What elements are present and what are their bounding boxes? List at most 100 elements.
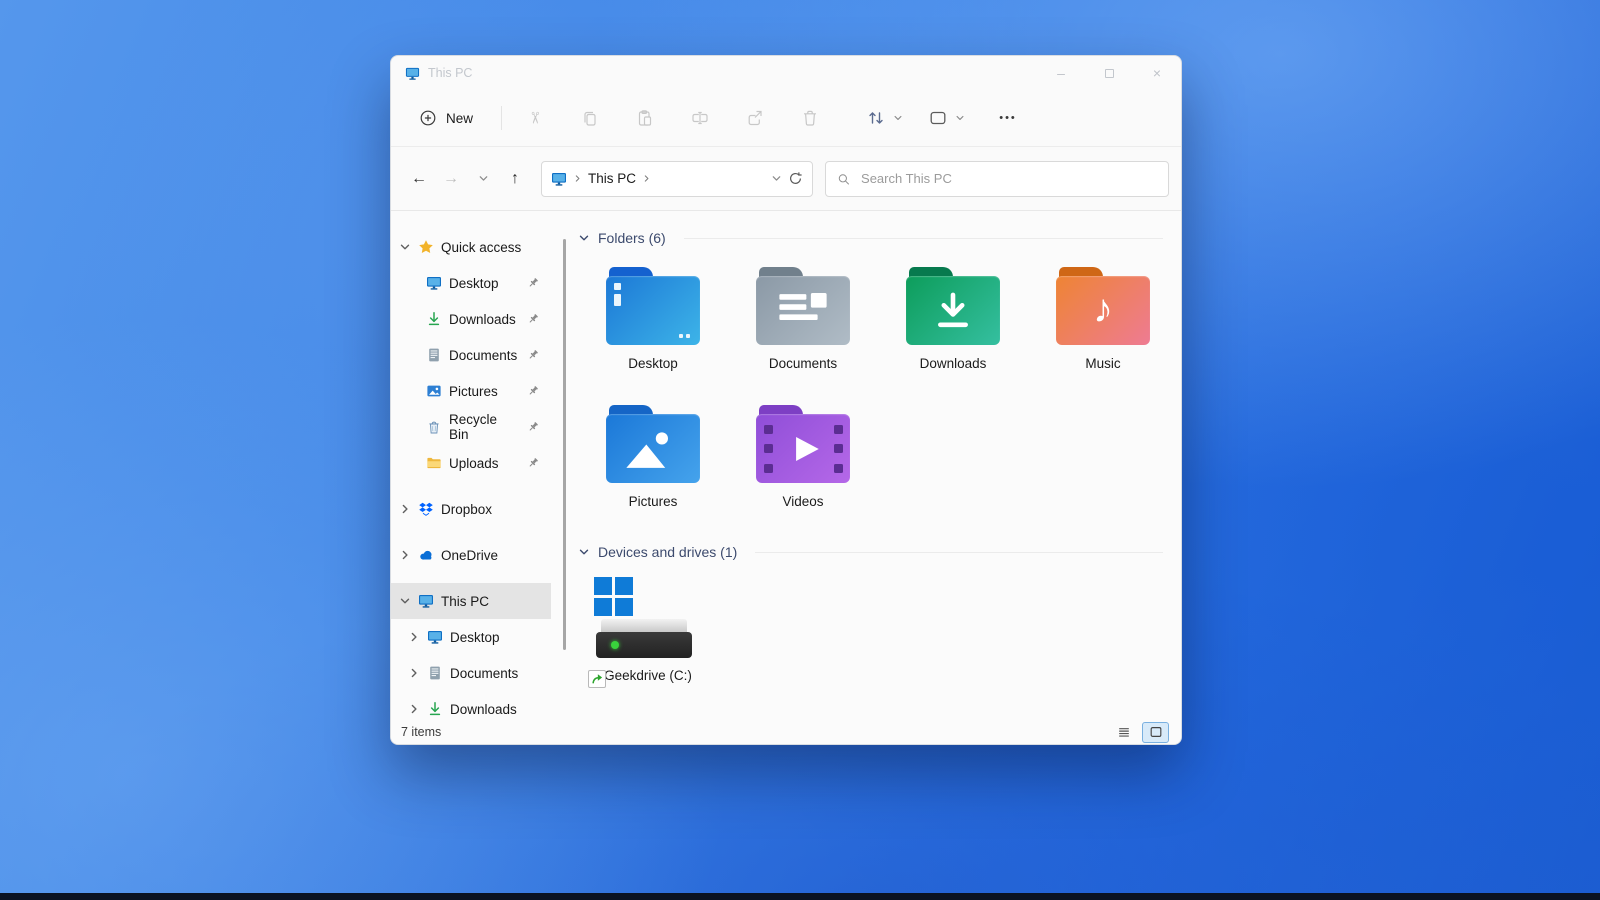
large-icons-view-button[interactable]: [1142, 722, 1169, 743]
pin-icon: [527, 277, 539, 289]
chevron-right-icon[interactable]: [408, 703, 420, 715]
sidebar-item-thispc-desktop[interactable]: Desktop: [391, 619, 551, 655]
cut-button[interactable]: ✂: [514, 100, 556, 136]
chevron-down-icon: [478, 173, 489, 184]
folder-tile-pictures[interactable]: Pictures: [578, 397, 728, 535]
pictures-icon: [426, 383, 442, 399]
chevron-down-icon[interactable]: [578, 232, 590, 244]
view-toggles: [1110, 722, 1169, 743]
forward-button[interactable]: →: [435, 163, 467, 195]
rename-button[interactable]: [679, 100, 721, 136]
chevron-down-icon[interactable]: [399, 595, 411, 607]
folder-tile-desktop[interactable]: Desktop: [578, 259, 728, 397]
pin-icon: [527, 421, 539, 433]
sidebar-item-label: This PC: [441, 594, 489, 609]
drive-tile-c[interactable]: Geekdrive (C:): [578, 573, 728, 683]
downloads-folder-icon: [906, 267, 1000, 345]
new-button-label: New: [446, 111, 473, 126]
sidebar-item-label: Documents: [449, 348, 517, 363]
folder-label: Music: [1085, 356, 1120, 371]
forward-icon: →: [443, 170, 459, 188]
chevron-right-icon[interactable]: [408, 667, 420, 679]
close-icon: ×: [1153, 65, 1161, 81]
refresh-icon[interactable]: [788, 171, 803, 186]
close-button[interactable]: ×: [1133, 56, 1181, 90]
items-view: Folders (6) Desktop: [576, 211, 1181, 720]
window-title: This PC: [428, 66, 472, 80]
shortcut-badge-icon: [588, 670, 606, 688]
search-box[interactable]: [825, 161, 1169, 197]
sort-button[interactable]: [855, 100, 903, 136]
hard-drive-icon: [596, 619, 692, 658]
sidebar-item-label: Documents: [450, 666, 518, 681]
sidebar-item-onedrive[interactable]: OneDrive: [391, 537, 551, 573]
sidebar-item-label: OneDrive: [441, 548, 498, 563]
sidebar-item-label: Desktop: [450, 630, 500, 645]
sidebar-scrollbar[interactable]: [551, 211, 576, 720]
chevron-down-icon[interactable]: [399, 241, 411, 253]
sidebar-item-desktop[interactable]: Desktop: [391, 265, 551, 301]
status-bar: 7 items: [391, 720, 1181, 744]
chevron-right-icon[interactable]: [399, 503, 411, 515]
folder-tile-videos[interactable]: Videos: [728, 397, 878, 535]
sidebar-item-thispc-documents[interactable]: Documents: [391, 655, 551, 691]
sort-icon: [867, 109, 885, 127]
desktop-wallpaper: This PC – × New ✂: [0, 0, 1600, 900]
chevron-down-icon[interactable]: [578, 546, 590, 558]
minimize-button[interactable]: –: [1037, 56, 1085, 90]
folder-label: Documents: [769, 356, 837, 371]
details-view-button[interactable]: [1110, 722, 1137, 743]
breadcrumb[interactable]: This PC: [588, 171, 636, 186]
sidebar-item-recycle-bin[interactable]: Recycle Bin: [391, 409, 551, 445]
sidebar-item-pictures[interactable]: Pictures: [391, 373, 551, 409]
sidebar-item-thispc-downloads[interactable]: Downloads: [391, 691, 551, 720]
recent-locations-button[interactable]: [467, 163, 499, 195]
sidebar-item-downloads[interactable]: Downloads: [391, 301, 551, 337]
chevron-down-icon[interactable]: [771, 173, 782, 184]
file-explorer-window: This PC – × New ✂: [390, 55, 1182, 745]
folder-tile-downloads[interactable]: Downloads: [878, 259, 1028, 397]
sidebar-item-documents[interactable]: Documents: [391, 337, 551, 373]
copy-icon: [581, 109, 599, 127]
folder-label: Videos: [782, 494, 823, 509]
sidebar-item-quick-access[interactable]: Quick access: [391, 229, 551, 265]
navigation-bar: ← → ↑ This PC: [391, 147, 1181, 211]
delete-button[interactable]: [789, 100, 831, 136]
sidebar-item-label: Downloads: [449, 312, 516, 327]
folder-tile-documents[interactable]: Documents: [728, 259, 878, 397]
chevron-right-icon[interactable]: [399, 549, 411, 561]
up-button[interactable]: ↑: [499, 163, 531, 195]
paste-button[interactable]: [624, 100, 666, 136]
folders-section-header[interactable]: Folders (6): [578, 227, 1163, 249]
sidebar-item-this-pc[interactable]: This PC: [391, 583, 551, 619]
windows-logo-icon: [594, 577, 728, 616]
sidebar-item-uploads[interactable]: Uploads: [391, 445, 551, 481]
section-divider: [755, 552, 1163, 553]
chevron-right-icon: [573, 174, 582, 183]
explorer-body: Quick access Desktop Downloads Documents: [391, 211, 1181, 720]
documents-folder-icon: [756, 267, 850, 345]
view-button[interactable]: [917, 100, 965, 136]
pin-icon: [527, 349, 539, 361]
drives-section-header[interactable]: Devices and drives (1): [578, 541, 1163, 563]
chevron-right-icon[interactable]: [408, 631, 420, 643]
window-controls: – ×: [1037, 56, 1181, 90]
address-bar[interactable]: This PC: [541, 161, 813, 197]
up-icon: ↑: [511, 170, 519, 188]
folders-grid: Desktop Documents Do: [578, 259, 1181, 535]
folder-tile-music[interactable]: ♪ Music: [1028, 259, 1178, 397]
rename-icon: [691, 109, 709, 127]
copy-button[interactable]: [569, 100, 611, 136]
scrollbar-thumb[interactable]: [563, 239, 566, 650]
see-more-button[interactable]: •••: [987, 100, 1029, 136]
back-button[interactable]: ←: [403, 163, 435, 195]
sidebar-item-dropbox[interactable]: Dropbox: [391, 491, 551, 527]
sidebar-item-label: Dropbox: [441, 502, 492, 517]
search-input[interactable]: [859, 170, 1157, 187]
new-button[interactable]: New: [407, 102, 485, 134]
share-button[interactable]: [734, 100, 776, 136]
more-icon: •••: [999, 112, 1017, 124]
maximize-button[interactable]: [1085, 56, 1133, 90]
command-toolbar: New ✂ •••: [391, 90, 1181, 147]
sidebar-item-label: Recycle Bin: [449, 412, 520, 442]
